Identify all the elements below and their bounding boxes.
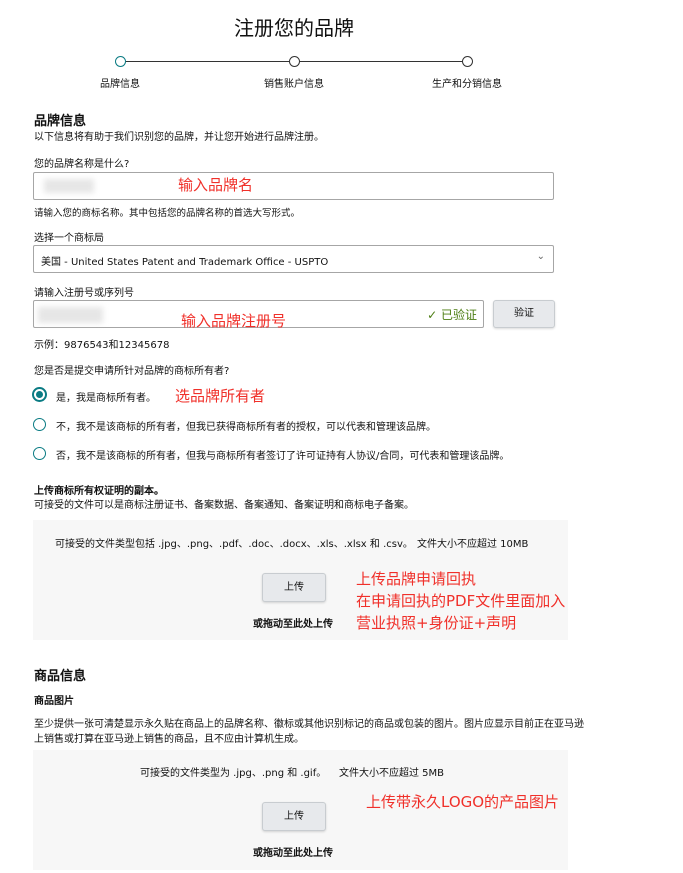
brand-intro: 以下信息将有助于我们识别您的品牌，并让您开始进行品牌注册。 <box>34 132 324 143</box>
registration-example: 示例：9876543和12345678 <box>34 340 170 351</box>
upload-proof-heading: 上传商标所有权证明的副本。 <box>34 486 164 497</box>
verified-label: 已验证 <box>440 308 477 322</box>
step-label: 生产和分销信息 <box>432 79 502 90</box>
drag-hint: 或拖动至此处上传 <box>253 848 333 859</box>
annotation-product: 上传带永久LOGO的产品图片 <box>366 793 560 811</box>
annotation-registration: 输入品牌注册号 <box>181 312 287 330</box>
brand-name-hint: 请输入您的商标名称。其中包括您的品牌名称的首选大写形式。 <box>34 208 301 219</box>
registration-number-label: 请输入注册号或序列号 <box>34 288 134 299</box>
upload-button[interactable]: 上传 <box>262 573 326 602</box>
chevron-down-icon: ⌄ <box>536 251 545 262</box>
verified-status: ✓ 已验证 <box>427 306 477 323</box>
trademark-office-select[interactable]: 美国 - United States Patent and Trademark … <box>33 245 554 273</box>
brand-name-label: 您的品牌名称是什么? <box>34 159 130 170</box>
upload-proof-desc: 可接受的文件可以是商标注册证书、备案数据、备案通知、备案证明和商标电子备案。 <box>34 500 414 511</box>
annotation-upload-1: 上传品牌申请回执 <box>356 570 477 588</box>
trademark-office-value: 美国 - United States Patent and Trademark … <box>41 257 329 268</box>
radio-owner-yes[interactable] <box>32 387 47 402</box>
brand-name-input[interactable] <box>33 172 554 200</box>
upload-types: 可接受的文件类型为 .jpg、.png 和 .gif。 <box>140 768 327 779</box>
annotation-owner: 选品牌所有者 <box>175 387 266 405</box>
step-label: 品牌信息 <box>100 79 140 90</box>
product-info-heading: 商品信息 <box>34 669 87 684</box>
annotation-upload-2: 在申请回执的PDF文件里面加入 <box>356 592 566 610</box>
product-images-desc: 至少提供一张可清楚显示永久贴在商品上的品牌名称、徽标或其他识别标记的商品或包装的… <box>34 719 584 745</box>
radio-label: 不，我不是该商标的所有者，但我已获得商标所有者的授权，可以代表和管理该品牌。 <box>56 422 436 433</box>
radio-label: 否，我不是该商标的所有者，但我与商标所有者签订了许可证持有人协议/合同，可代表和… <box>56 451 510 462</box>
radio-label: 是，我是商标所有者。 <box>56 393 156 404</box>
drag-hint: 或拖动至此处上传 <box>253 619 333 630</box>
upload-size: 文件大小不应超过 5MB <box>339 768 445 779</box>
brand-registration-page: 注册您的品牌 品牌信息 销售账户信息 生产和分销信息 品牌信息 以下信息将有助于… <box>0 0 683 873</box>
radio-authorized[interactable] <box>33 418 46 431</box>
annotation-brand-name: 输入品牌名 <box>178 176 254 194</box>
verify-button[interactable]: 验证 <box>493 300 555 328</box>
upload-types: 可接受的文件类型包括 .jpg、.png、.pdf、.doc、.docx、.xl… <box>55 539 413 550</box>
redacted-value <box>38 307 103 323</box>
step-label: 销售账户信息 <box>264 79 324 90</box>
step-dot-3 <box>462 56 473 67</box>
step-dot-1 <box>115 56 126 67</box>
product-images-heading: 商品图片 <box>34 696 74 707</box>
trademark-office-label: 选择一个商标局 <box>34 233 104 244</box>
check-icon: ✓ <box>427 308 441 322</box>
radio-licensee[interactable] <box>33 447 46 460</box>
owner-question: 您是否是提交申请所针对品牌的商标所有者? <box>34 366 230 377</box>
brand-info-heading: 品牌信息 <box>34 114 87 129</box>
annotation-upload-3: 营业执照+身份证+声明 <box>356 614 517 632</box>
step-dot-2 <box>289 56 300 67</box>
upload-size: 文件大小不应超过 10MB <box>417 539 529 550</box>
upload-button[interactable]: 上传 <box>262 802 326 831</box>
redacted-value <box>44 179 94 193</box>
page-title: 注册您的品牌 <box>234 16 354 40</box>
